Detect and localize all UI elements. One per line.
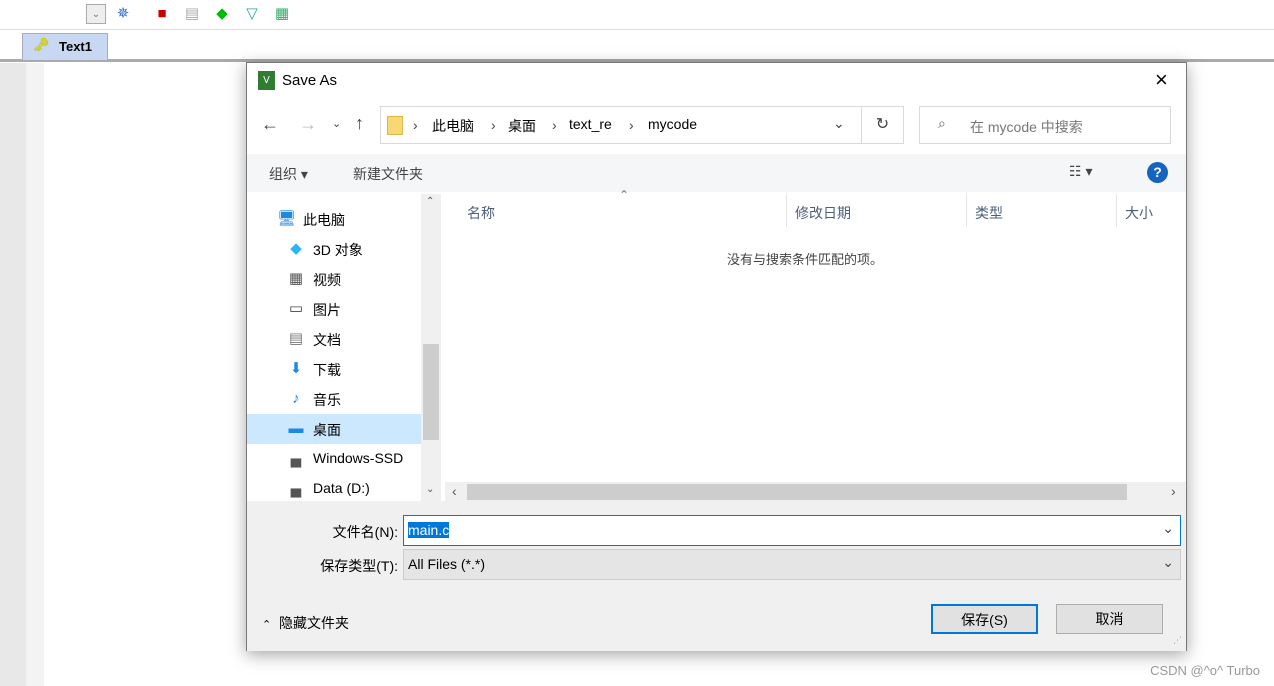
breadcrumb-item[interactable]: 此电脑 [432,116,474,136]
filename-label: 文件名(N): [332,524,398,540]
nav-item-label: 文档 [313,332,341,348]
help-icon[interactable]: ? [1147,162,1168,183]
address-dropdown-icon[interactable]: ⌄ [833,115,845,132]
breadcrumb-item[interactable]: 桌面 [508,116,536,136]
nav-item-label: 下载 [313,362,341,378]
column-date[interactable]: 修改日期 [787,194,967,227]
column-type[interactable]: 类型 [967,194,1117,227]
drive-icon: ▄ [290,450,302,467]
nav-item[interactable]: ▭ 图片 [247,294,421,324]
windows-icon[interactable]: ▤ [182,4,202,24]
organize-button[interactable]: 组织 ▾ [269,164,308,184]
hide-folders-toggle[interactable]: ⌃ 隐藏文件夹 [262,613,349,633]
filetype-value: All Files (*.*) [408,556,486,572]
search-input[interactable]: ⌕ 在 mycode 中搜索 [919,106,1171,144]
filter-icon[interactable]: ▽ [242,4,262,24]
command-bar: 组织 ▾ 新建文件夹 ☷ ▾ ? [247,154,1186,192]
column-size[interactable]: 大小 [1117,194,1186,227]
desktop-icon: ▬ [288,420,304,437]
editor-gutter [0,63,44,686]
nav-item[interactable]: ▄ Windows-SSD [247,444,421,474]
search-icon: ⌕ [938,115,946,131]
nav-item-label: 图片 [313,302,341,318]
picture-icon: ▭ [288,300,304,317]
cube-icon: ◆ [290,240,302,257]
address-bar[interactable]: › 此电脑 › 桌面 › text_re › mycode ⌄ [380,106,862,144]
nav-item[interactable]: 🖥 此电脑 [247,204,421,234]
filetype-select[interactable]: All Files (*.*) ⌄ [403,549,1181,580]
recent-chevron-icon[interactable]: ⌄ [332,117,341,130]
refresh-button[interactable]: ↻ [861,106,904,144]
watermark: CSDN @^o^ Turbo [1150,663,1260,678]
key-icon: 🗝 [33,37,50,52]
save-as-dialog: V Save As × ← → ⌄ ↑ › 此电脑 › 桌面 › text_re… [246,62,1187,651]
computer-icon: 🖥 [277,210,297,227]
list-hscrollbar[interactable]: ‹ › [445,482,1186,502]
nav-item[interactable]: ▦ 视频 [247,264,421,294]
nav-item[interactable]: ♪ 音乐 [247,384,421,414]
drive-icon: ▄ [290,480,302,497]
scroll-thumb[interactable] [467,484,1127,500]
app-toolbar: ⌄ ✵ ■ ▤ ◆ ▽ ▦ [0,0,1274,30]
nav-item-label: 3D 对象 [313,242,363,258]
chevron-up-icon: ⌃ [262,619,272,631]
dialog-title: Save As [282,72,338,89]
forward-icon[interactable]: → [299,114,317,135]
blocks-icon[interactable]: ■ [152,4,172,24]
scroll-thumb[interactable] [423,344,439,440]
nav-item-label: 此电脑 [303,212,345,228]
nav-item[interactable]: ◆ 3D 对象 [247,234,421,264]
filename-value: main.c [408,522,450,538]
tiles-icon[interactable]: ▦ [272,4,292,24]
tab-bar: 🗝 Text1 [0,30,1274,62]
nav-item[interactable]: ▬ 桌面 [247,414,421,444]
app-logo-icon: V [258,71,275,90]
close-icon[interactable]: × [1155,67,1168,93]
search-placeholder: 在 mycode 中搜索 [970,119,1083,135]
column-name[interactable]: 名称 [445,194,787,227]
chevron-down-icon[interactable]: ⌄ [1162,520,1174,537]
breadcrumb-item[interactable]: mycode [648,116,697,132]
dropdown-icon[interactable]: ⌄ [86,4,106,24]
nav-item-label: 桌面 [313,422,341,438]
nav-item-label: 音乐 [313,392,341,408]
back-icon[interactable]: ← [261,114,279,135]
dialog-footer: 文件名(N): main.c ⌄ 保存类型(T): All Files (*.*… [247,501,1186,651]
wizard-icon[interactable]: ✵ [113,4,133,24]
nav-item-label: 视频 [313,272,341,288]
cancel-button[interactable]: 取消 [1056,604,1163,634]
new-folder-button[interactable]: 新建文件夹 [353,164,423,184]
up-icon[interactable]: ↑ [355,113,364,134]
navigation-pane: 🖥 此电脑 ◆ 3D 对象 ▦ 视频 ▭ 图片 ▤ 文档 ⬇ 下载 ♪ 音乐 ▬ 桌面 ▄ Windows-SSD… [247,194,441,501]
breadcrumb-item[interactable]: text_re [569,116,612,132]
save-button[interactable]: 保存(S) [931,604,1038,634]
chevron-down-icon[interactable]: ⌄ [1162,554,1174,571]
view-options-icon[interactable]: ☷ ▾ [1069,163,1092,180]
download-icon: ⬇ [289,360,303,377]
tab-label: Text1 [59,39,92,54]
file-list: ⌃ 名称 修改日期 类型 大小 没有与搜索条件匹配的项。 [445,188,1186,501]
resize-grip-icon[interactable]: ⋰ [1173,635,1182,646]
diamond-icon[interactable]: ◆ [212,4,232,24]
nav-item-label: Windows-SSD [313,450,404,466]
nav-item[interactable]: ▄ Data (D:) [247,474,421,504]
filename-input[interactable]: main.c ⌄ [403,515,1181,546]
tab-text1[interactable]: 🗝 Text1 [22,33,108,60]
nav-item[interactable]: ⬇ 下载 [247,354,421,384]
music-icon: ♪ [292,390,300,407]
document-icon: ▤ [288,330,304,347]
folder-icon [387,116,403,135]
nav-item-label: Data (D:) [313,480,370,496]
video-icon: ▦ [288,270,304,287]
nav-scrollbar[interactable]: ⌃ ⌄ [421,194,441,501]
empty-message: 没有与搜索条件匹配的项。 [727,252,884,267]
nav-item[interactable]: ▤ 文档 [247,324,421,354]
filetype-label: 保存类型(T): [320,558,398,574]
